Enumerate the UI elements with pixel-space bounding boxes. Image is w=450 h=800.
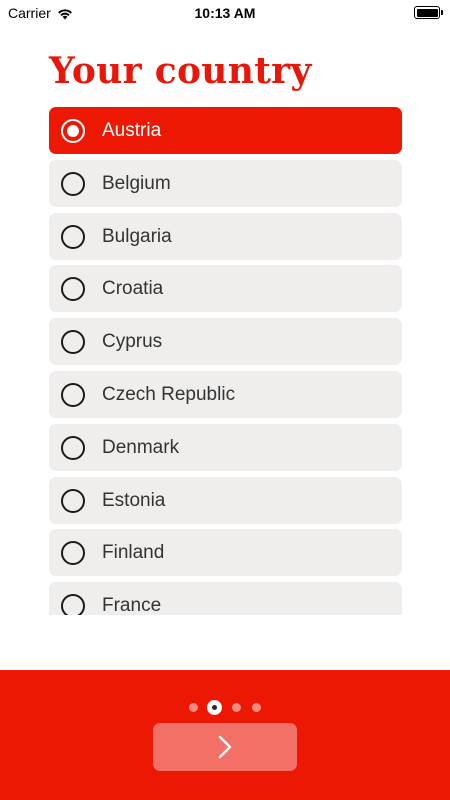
radio-unselected-icon[interactable] bbox=[61, 488, 85, 513]
country-option[interactable]: France bbox=[49, 582, 402, 615]
battery-fill bbox=[416, 8, 438, 17]
country-option[interactable]: Croatia bbox=[49, 265, 402, 313]
page-dot-active bbox=[207, 700, 222, 715]
clock: 10:13 AM bbox=[194, 5, 256, 21]
page-dot bbox=[232, 703, 241, 712]
footer-bar bbox=[0, 670, 450, 800]
country-option-label: France bbox=[102, 595, 162, 615]
page-indicator bbox=[0, 700, 450, 715]
country-option[interactable]: Denmark bbox=[49, 423, 402, 471]
chevron-right-icon bbox=[218, 735, 232, 759]
country-option-label: Austria bbox=[102, 120, 162, 141]
country-option[interactable]: Estonia bbox=[49, 476, 402, 524]
country-option-label: Croatia bbox=[102, 278, 164, 300]
country-option-label: Estonia bbox=[102, 489, 166, 511]
radio-unselected-icon[interactable] bbox=[61, 541, 85, 566]
status-bar: Carrier 10:13 AM bbox=[0, 0, 450, 26]
battery-icon bbox=[414, 6, 443, 19]
country-option-label: Belgium bbox=[102, 172, 171, 194]
country-option[interactable]: Bulgaria bbox=[49, 212, 402, 260]
country-option[interactable]: Cyprus bbox=[49, 318, 402, 366]
radio-unselected-icon[interactable] bbox=[61, 383, 85, 407]
country-option-label: Czech Republic bbox=[102, 384, 236, 405]
radio-unselected-icon[interactable] bbox=[61, 224, 85, 249]
country-option-label: Cyprus bbox=[102, 331, 163, 353]
page-dot bbox=[189, 703, 198, 712]
country-option-label: Denmark bbox=[102, 436, 180, 458]
country-list[interactable]: Austria Belgium Bulgaria Croatia Cyprus Czech… bbox=[49, 107, 402, 615]
country-option-label: Finland bbox=[102, 542, 165, 564]
radio-unselected-icon[interactable] bbox=[61, 594, 85, 615]
radio-selected-icon[interactable] bbox=[61, 119, 85, 143]
next-button[interactable] bbox=[153, 723, 297, 771]
page-title: Your country bbox=[49, 50, 312, 92]
country-option-label: Bulgaria bbox=[102, 225, 172, 247]
radio-unselected-icon[interactable] bbox=[61, 330, 85, 355]
radio-unselected-icon[interactable] bbox=[61, 277, 85, 302]
country-option[interactable]: Austria bbox=[49, 107, 402, 154]
page-dot bbox=[252, 703, 261, 712]
country-option[interactable]: Finland bbox=[49, 529, 402, 577]
country-option[interactable]: Belgium bbox=[49, 159, 402, 207]
radio-unselected-icon[interactable] bbox=[61, 171, 85, 196]
radio-unselected-icon[interactable] bbox=[61, 435, 85, 460]
country-option[interactable]: Czech Republic bbox=[49, 371, 402, 418]
